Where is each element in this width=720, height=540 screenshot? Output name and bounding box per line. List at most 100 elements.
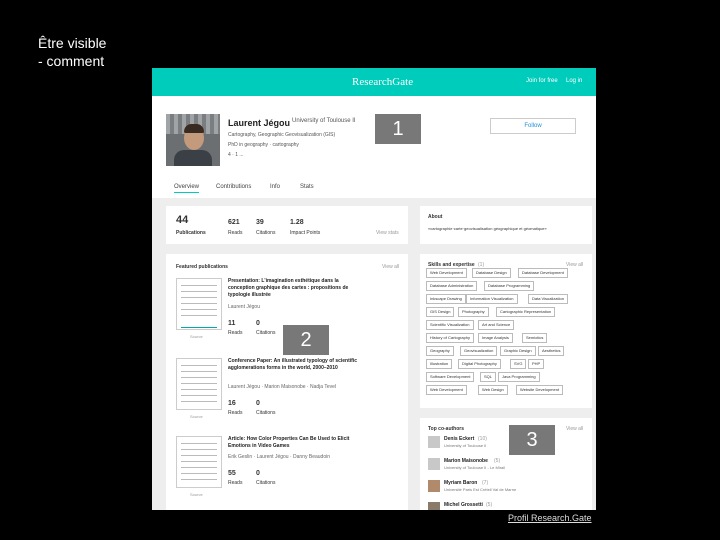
caption-link[interactable]: Profil Research.Gate <box>508 513 592 523</box>
join-link[interactable]: Join for free <box>526 78 558 84</box>
profile-header: Laurent Jégou University of Toulouse II … <box>152 96 596 198</box>
skill-chip[interactable]: Semiotics <box>522 333 548 343</box>
skill-chip[interactable]: Digital Photography <box>458 359 501 369</box>
publication-citations-label: Citations <box>256 480 276 486</box>
tab-overview[interactable]: Overview <box>174 184 200 193</box>
skill-chip[interactable]: Software Development <box>426 372 475 382</box>
callout-3: 3 <box>508 424 556 456</box>
stat-impact-label: Impact Points <box>290 230 321 236</box>
skill-chip[interactable]: Illustration <box>426 359 453 369</box>
coauthor-count: (7) <box>482 480 489 486</box>
avatar[interactable] <box>428 480 440 492</box>
publication-thumbnail[interactable] <box>176 436 222 488</box>
publication-citations-label: Citations <box>256 330 276 336</box>
publication-citations-value: 0 <box>256 470 260 477</box>
publication-citations-value: 0 <box>256 320 260 327</box>
profile-line-2: PhD in geography · cartography <box>228 142 299 148</box>
avatar[interactable] <box>428 436 440 448</box>
featured-view-all[interactable]: View all <box>382 264 399 270</box>
coauthor-name[interactable]: Marion Maisonobe <box>444 458 488 464</box>
slide-subtitle: - comment <box>38 53 105 69</box>
publication-reads-label: Reads <box>228 410 243 416</box>
profile-line-3: 4 · 1 ... <box>228 152 244 158</box>
featured-title: Featured publications <box>176 264 228 270</box>
coauthor-count: (5) <box>494 458 501 464</box>
publication-source: Source <box>190 414 203 419</box>
skill-chip[interactable]: Database Administration <box>426 281 478 291</box>
coauthors-title: Top co-authors <box>428 426 465 432</box>
coauthors-view-all[interactable]: View all <box>566 426 583 432</box>
avatar[interactable] <box>428 458 440 470</box>
skill-chip[interactable]: Database Design <box>472 268 511 278</box>
skill-chip[interactable]: SQL <box>480 372 497 382</box>
slide-title: Être visible <box>38 35 107 51</box>
coauthor-institution: Université Paris Est Créteil Val de Marn… <box>444 487 517 492</box>
publication-authors: Laurent Jégou <box>228 304 260 310</box>
skill-chip[interactable]: Geography <box>426 346 454 356</box>
skill-chip[interactable]: Database Programming <box>484 281 535 291</box>
stat-citations-value: 39 <box>256 219 264 226</box>
skill-chip[interactable]: Web Development <box>426 385 467 395</box>
login-link[interactable]: Log in <box>566 78 582 84</box>
skill-chip[interactable]: SVG <box>510 359 527 369</box>
skill-chip[interactable]: Information Visualization <box>466 294 518 304</box>
publication-thumbnail[interactable] <box>176 358 222 410</box>
publication-reads-value: 11 <box>228 320 236 327</box>
skill-chip[interactable]: GIS Design <box>426 307 455 317</box>
publication-authors: Erik Geslin · Laurent Jégou · Danny Beau… <box>228 454 331 460</box>
publication-thumbnail[interactable] <box>176 278 222 330</box>
about-text: «cartographie·carte·geovisualisation géo… <box>428 226 547 231</box>
tab-contributions[interactable]: Contributions <box>216 184 251 190</box>
profile-institution[interactable]: University of Toulouse II <box>292 118 356 124</box>
callout-2: 2 <box>282 324 330 356</box>
tab-stats[interactable]: Stats <box>300 184 314 190</box>
skill-chip[interactable]: Website Development <box>516 385 564 395</box>
skill-chip[interactable]: Web Development <box>426 268 467 278</box>
skill-chip[interactable]: Web Design <box>478 385 508 395</box>
skill-chip[interactable]: Geovisualization <box>460 346 498 356</box>
brand-logo[interactable]: ResearchGate <box>352 76 413 88</box>
coauthor-institution: University of Toulouse II - Le Mirail <box>444 465 506 470</box>
top-bar: ResearchGate Join for free Log in <box>152 68 596 96</box>
coauthor-name[interactable]: Denis Eckert <box>444 436 474 442</box>
about-card: About «cartographie·carte·geovisualisati… <box>420 206 592 244</box>
avatar[interactable] <box>428 502 440 510</box>
publication-title[interactable]: Article: How Color Properties Can Be Use… <box>228 436 358 450</box>
skill-chip[interactable]: Database Development <box>518 268 568 278</box>
featured-publications-card: Featured publications View all Source Pr… <box>166 254 408 510</box>
skill-chip[interactable]: History of Cartography <box>426 333 475 343</box>
skills-view-all[interactable]: View all <box>566 262 583 268</box>
view-stats-link[interactable]: View stats <box>376 230 399 236</box>
skill-chip[interactable]: Java Programming <box>498 372 540 382</box>
skill-chip[interactable]: Aesthetics <box>538 346 565 356</box>
stat-impact-value: 1.28 <box>290 219 304 226</box>
skill-chip[interactable]: Inkscape Drawing <box>426 294 466 304</box>
about-title: About <box>428 214 443 220</box>
skill-chip[interactable]: Art and Science <box>478 320 515 330</box>
publication-title[interactable]: Presentation: L'imagination esthétique d… <box>228 278 358 299</box>
skill-chip[interactable]: PHP <box>528 359 545 369</box>
skill-chip[interactable]: Image Analysis <box>478 333 513 343</box>
publication-title[interactable]: Conference Paper: An illustrated typolog… <box>228 358 358 372</box>
follow-button[interactable]: Follow <box>490 118 576 134</box>
publication-reads-value: 55 <box>228 470 236 477</box>
stat-publications-value: 44 <box>176 214 189 226</box>
publication-citations-value: 0 <box>256 400 260 407</box>
skill-chip[interactable]: Scientific Visualization <box>426 320 474 330</box>
skill-chip[interactable]: Data Visualization <box>528 294 568 304</box>
skill-chip[interactable]: Cartographic Representation <box>496 307 556 317</box>
skill-chip[interactable]: Photography <box>458 307 489 317</box>
coauthor-name[interactable]: Myriam Baron <box>444 480 477 486</box>
publication-reads-value: 16 <box>228 400 236 407</box>
stat-reads-value: 621 <box>228 219 240 226</box>
stat-publications-label: Publications <box>176 230 206 236</box>
profile-name: Laurent Jégou <box>228 118 291 128</box>
callout-1: 1 <box>374 113 422 145</box>
publication-source: Source <box>190 492 203 497</box>
tab-info[interactable]: Info <box>270 184 280 190</box>
coauthor-name[interactable]: Michel Grossetti <box>444 502 483 508</box>
skill-chip[interactable]: Graphic Design <box>500 346 536 356</box>
coauthors-card: Top co-authors View all <box>420 418 592 510</box>
publication-authors: Laurent Jégou · Marion Maisonobe · Nadja… <box>228 384 337 390</box>
publication-source: Source <box>190 334 203 339</box>
